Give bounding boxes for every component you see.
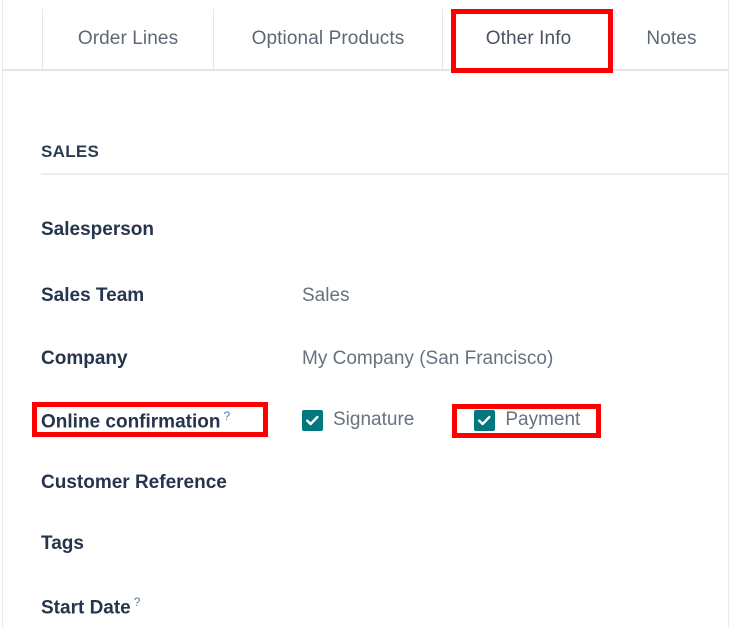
label-start-date-text: Start Date <box>41 597 131 619</box>
value-sales-team[interactable]: Sales <box>302 285 350 307</box>
label-customer-reference: Customer Reference <box>41 472 227 493</box>
field-row-company: Company My Company (San Francisco) <box>0 348 731 378</box>
field-row-start-date: Start Date? <box>0 595 731 625</box>
option-payment-label: Payment <box>505 409 581 430</box>
label-salesperson: Salesperson <box>41 219 154 240</box>
option-payment[interactable]: Payment <box>474 409 580 431</box>
checkbox-checked-icon[interactable] <box>474 409 496 431</box>
online-confirmation-options: Signature Payment <box>302 409 580 431</box>
field-row-salesperson: Salesperson <box>0 219 731 249</box>
label-tags: Tags <box>41 533 84 554</box>
label-online-confirmation: Online confirmation? <box>41 409 230 433</box>
label-company: Company <box>41 348 128 369</box>
label-sales-team: Sales Team <box>41 285 145 306</box>
option-signature-label: Signature <box>333 409 415 430</box>
option-signature[interactable]: Signature <box>302 409 414 431</box>
field-row-tags: Tags <box>0 533 731 563</box>
checkbox-checked-icon[interactable] <box>302 409 323 431</box>
other-info-form: Salesperson Sales Team Sales Company My … <box>0 0 731 627</box>
label-start-date: Start Date? <box>41 595 140 619</box>
field-row-customer-reference: Customer Reference <box>0 472 731 502</box>
help-icon[interactable]: ? <box>134 595 141 609</box>
help-icon[interactable]: ? <box>223 409 230 423</box>
field-row-sales-team: Sales Team Sales <box>0 285 731 315</box>
label-online-confirmation-text: Online confirmation <box>41 411 221 433</box>
value-company[interactable]: My Company (San Francisco) <box>302 348 553 370</box>
